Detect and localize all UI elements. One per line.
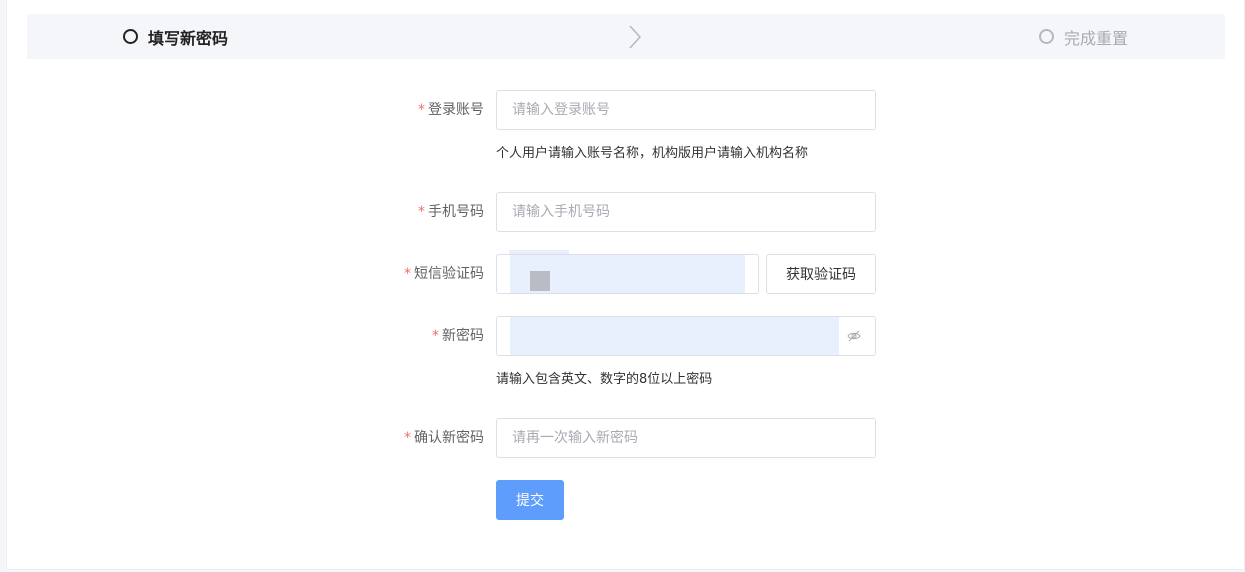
phone-label: * 手机号码 — [418, 204, 484, 220]
step-label: 填写新密码 — [148, 28, 229, 48]
eye-off-icon[interactable] — [847, 329, 861, 343]
account-hint: 个人用户请输入账号名称，机构版用户请输入机构名称 — [496, 146, 809, 161]
required-mark: * — [404, 266, 411, 282]
submit-button[interactable]: 提交 — [496, 480, 564, 520]
steps-bar: 填写新密码 完成重置 — [27, 14, 1225, 59]
get-code-button[interactable]: 获取验证码 — [766, 254, 876, 294]
confirm-password-input[interactable] — [496, 418, 876, 458]
chevron-right-icon — [629, 25, 642, 49]
required-mark: * — [418, 204, 425, 220]
account-input[interactable] — [496, 90, 876, 130]
step-complete-reset: 完成重置 — [1039, 14, 1128, 59]
new-password-label: * 新密码 — [432, 328, 484, 344]
account-label: * 登录账号 — [418, 102, 484, 118]
phone-input[interactable] — [496, 192, 876, 232]
step-pending-circle-icon — [1039, 29, 1054, 44]
confirm-password-label: * 确认新密码 — [404, 430, 484, 446]
step-label: 完成重置 — [1064, 28, 1129, 48]
sms-code-label: * 短信验证码 — [404, 266, 484, 282]
required-mark: * — [404, 430, 411, 446]
password-hint: 请输入包含英文、数字的8位以上密码 — [496, 372, 713, 387]
required-mark: * — [418, 102, 425, 118]
sms-code-input[interactable] — [496, 254, 759, 294]
new-password-input[interactable] — [496, 316, 876, 356]
step-fill-new-password: 填写新密码 — [123, 14, 228, 59]
masked-code-block — [530, 271, 550, 291]
required-mark: * — [432, 328, 439, 344]
autofill-edge — [509, 250, 569, 254]
step-active-circle-icon — [123, 29, 138, 44]
autofill-highlight — [510, 317, 839, 355]
